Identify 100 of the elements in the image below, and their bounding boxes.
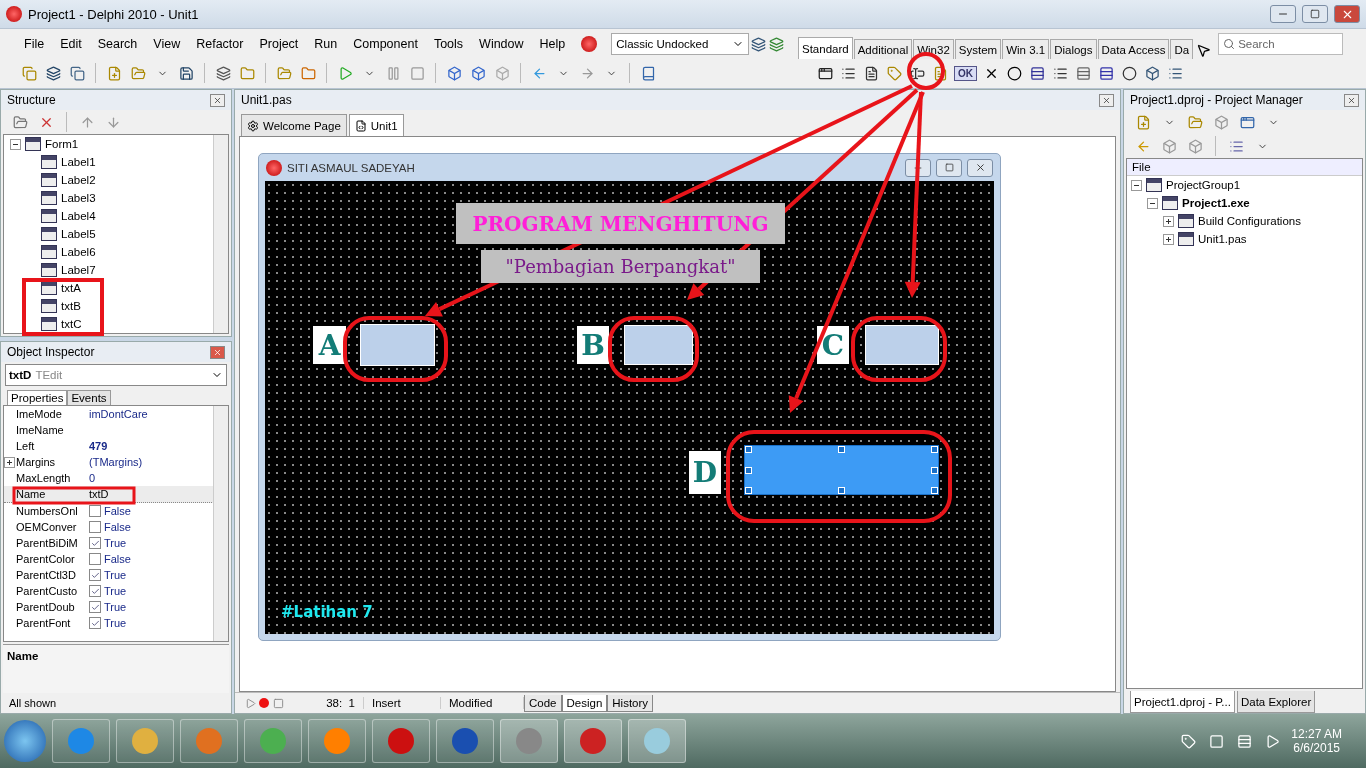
folder-icon[interactable] <box>11 113 29 131</box>
folder-icon[interactable] <box>129 64 147 82</box>
radio-icon[interactable] <box>1005 64 1023 82</box>
panel-tab[interactable]: Project1.dproj - P... <box>1130 691 1235 713</box>
tree-item[interactable]: ProjectGroup1 <box>1166 179 1241 191</box>
tree-item[interactable]: Label5 <box>61 228 96 240</box>
box-icon[interactable] <box>1160 137 1178 155</box>
checkbox[interactable] <box>89 505 101 518</box>
object-selector[interactable]: txtD TEdit <box>5 364 227 387</box>
taskbar-app-button[interactable] <box>180 719 238 763</box>
checkbox[interactable] <box>89 521 101 534</box>
menu-item[interactable]: Tools <box>425 37 472 51</box>
close-button[interactable] <box>1344 93 1359 107</box>
taskbar-app-button[interactable] <box>500 719 558 763</box>
taskbar-app-button[interactable] <box>628 719 686 763</box>
tree-item[interactable]: Label7 <box>61 264 96 276</box>
collapse-icon[interactable] <box>10 138 21 150</box>
box-icon[interactable] <box>1186 137 1204 155</box>
property-value[interactable]: 479 <box>86 440 108 453</box>
taskbar-app-button[interactable] <box>372 719 430 763</box>
tree-item[interactable]: Label6 <box>61 246 96 258</box>
save-icon[interactable] <box>177 64 195 82</box>
collapse-icon[interactable] <box>1147 197 1158 209</box>
checkbox[interactable] <box>89 553 101 566</box>
inspector-tab[interactable]: Events <box>67 390 111 406</box>
property-value[interactable]: False <box>86 553 131 566</box>
taskbar-app-button[interactable] <box>436 719 494 763</box>
tree-item[interactable]: Unit1.pas <box>1198 233 1247 245</box>
palette-tab[interactable]: System <box>954 39 1002 59</box>
box-icon[interactable] <box>1212 113 1230 131</box>
palette-tab[interactable]: Win 3.1 <box>1002 39 1050 59</box>
minimize-button[interactable] <box>1270 5 1296 23</box>
folder-icon[interactable] <box>1186 113 1204 131</box>
property-value[interactable]: imDontCare <box>86 408 148 421</box>
palette-tab[interactable]: Dialogs <box>1050 39 1097 59</box>
property-value[interactable]: (TMargins) <box>86 456 143 469</box>
folder-icon[interactable] <box>299 64 317 82</box>
tree-item[interactable]: txtB <box>61 300 81 312</box>
checkbox[interactable] <box>89 537 101 550</box>
inspector-tab[interactable]: Properties <box>7 390 68 406</box>
property-value[interactable]: True <box>86 601 127 614</box>
property-value[interactable]: True <box>86 537 127 550</box>
menu-item[interactable]: Search <box>89 37 146 51</box>
close-button[interactable] <box>1334 5 1360 23</box>
editor-tab[interactable]: Unit1 <box>348 114 404 136</box>
property-value[interactable]: txtD <box>86 488 109 501</box>
menu-item[interactable]: Project <box>251 37 307 51</box>
files-icon[interactable] <box>68 64 86 82</box>
checkbox[interactable] <box>89 601 101 614</box>
expand-icon[interactable] <box>1163 233 1174 245</box>
expand-icon[interactable] <box>1163 215 1174 227</box>
button-component-icon[interactable]: OK <box>954 65 977 81</box>
start-button[interactable] <box>4 720 46 762</box>
close-button[interactable] <box>210 345 225 359</box>
stop-icon[interactable] <box>408 64 426 82</box>
collapse-icon[interactable] <box>1131 179 1142 191</box>
view-tab[interactable]: Design <box>561 694 608 712</box>
tree-item[interactable]: Label1 <box>61 156 96 168</box>
maximize-button[interactable] <box>1302 5 1328 23</box>
taskbar-app-button[interactable] <box>564 719 622 763</box>
tree-item[interactable]: Project1.exe <box>1182 197 1250 209</box>
tag-icon[interactable] <box>885 64 903 82</box>
taskbar-app-button[interactable] <box>308 719 366 763</box>
palette-tab[interactable]: Data Access <box>1097 39 1170 59</box>
property-value[interactable]: True <box>86 617 127 630</box>
close-button[interactable] <box>1099 93 1114 107</box>
property-value[interactable]: True <box>86 569 127 582</box>
editor-tab[interactable]: Welcome Page <box>241 114 347 136</box>
property-value[interactable]: True <box>86 585 127 598</box>
layout-dropdown[interactable]: Classic Undocked <box>611 33 750 55</box>
checkbox[interactable] <box>89 617 101 630</box>
menu-item[interactable]: Run <box>306 37 346 51</box>
panel-tab[interactable]: Data Explorer <box>1236 691 1316 713</box>
property-value[interactable]: 0 <box>86 472 96 485</box>
menu-item[interactable]: Window <box>471 37 532 51</box>
close-button[interactable] <box>967 158 993 177</box>
palette-tab[interactable]: Additional <box>853 39 913 59</box>
taskbar-app-button[interactable] <box>52 719 110 763</box>
cube-icon[interactable] <box>1143 64 1161 82</box>
expand-icon[interactable] <box>4 456 15 468</box>
taskbar-app-button[interactable] <box>116 719 174 763</box>
tree-item[interactable]: Label3 <box>61 192 96 204</box>
list-icon[interactable] <box>1028 64 1046 82</box>
property-value[interactable]: False <box>86 521 131 534</box>
tree-item[interactable]: Label4 <box>61 210 96 222</box>
tree-item[interactable]: Form1 <box>45 138 79 150</box>
close-button[interactable] <box>210 93 225 107</box>
taskbar-app-button[interactable] <box>244 719 302 763</box>
property-value[interactable]: False <box>86 505 131 518</box>
menu-item[interactable]: Edit <box>52 37 90 51</box>
menu-item[interactable]: Component <box>345 37 426 51</box>
palette-tab[interactable]: Da <box>1170 39 1194 59</box>
folder-icon[interactable] <box>275 64 293 82</box>
tree-item[interactable]: Label2 <box>61 174 96 186</box>
palette-tab[interactable]: Standard <box>798 37 853 59</box>
menu-item[interactable]: Help <box>531 37 574 51</box>
menu-item[interactable]: File <box>16 37 53 51</box>
search-field[interactable]: Search <box>1218 33 1344 55</box>
view-tab[interactable]: History <box>607 694 654 712</box>
folder-icon[interactable] <box>238 64 256 82</box>
